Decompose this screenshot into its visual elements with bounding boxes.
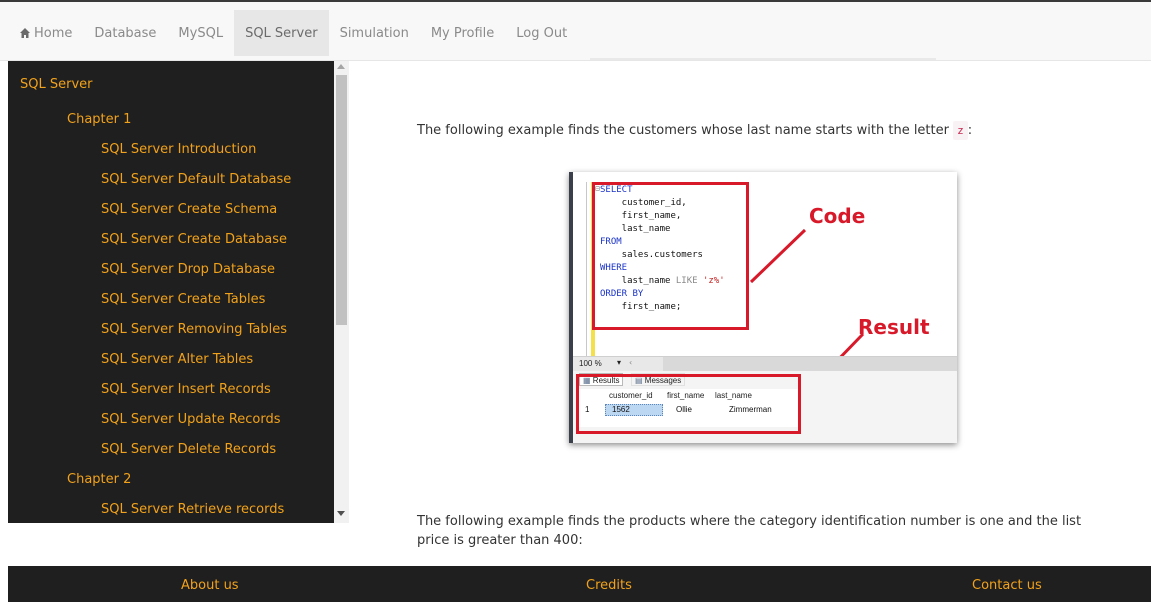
nav-mysql[interactable]: MySQL [167,10,234,56]
sidebar-chapter-1[interactable]: Chapter 1 [67,112,131,127]
nav-my-profile[interactable]: My Profile [420,10,505,56]
sidebar-item-introduction[interactable]: SQL Server Introduction [101,142,256,157]
sidebar-item-delete-records[interactable]: SQL Server Delete Records [101,442,276,457]
footer: About us Credits Contact us [8,566,1151,602]
inline-code-z: z [953,121,968,140]
sidebar-item-update-records[interactable]: SQL Server Update Records [101,412,281,427]
nav-log-out[interactable]: Log Out [505,10,578,56]
editor-zoom-bar: 100 % ▾ ‹ [573,356,957,371]
paragraph-1-suffix: : [967,123,973,138]
ssms-example-figure: ⊟ SELECT customer_id, first_name, last_n… [569,172,957,443]
nav-home-label: Home [34,25,73,41]
sidebar: SQL Server Chapter 1 SQL Server Introduc… [8,61,334,523]
footer-contact-link[interactable]: Contact us [972,578,1042,593]
sidebar-title[interactable]: SQL Server [20,77,93,92]
sidebar-item-retrieve-records[interactable]: SQL Server Retrieve records [101,502,284,517]
footer-credits-link[interactable]: Credits [586,578,632,593]
zoom-level[interactable]: 100 % [579,359,602,368]
paragraph-2-line-2: price is greater than 400: [417,533,583,548]
sidebar-item-insert-records[interactable]: SQL Server Insert Records [101,382,271,397]
sidebar-item-alter-tables[interactable]: SQL Server Alter Tables [101,352,253,367]
footer-about-link[interactable]: About us [181,578,239,593]
nav-database[interactable]: Database [83,10,167,56]
horizontal-scroll-track[interactable] [663,357,957,371]
sidebar-chapter-2[interactable]: Chapter 2 [67,472,131,487]
sidebar-item-create-schema[interactable]: SQL Server Create Schema [101,202,277,217]
sidebar-item-removing-tables[interactable]: SQL Server Removing Tables [101,322,287,337]
sidebar-item-create-database[interactable]: SQL Server Create Database [101,232,287,247]
content-divider [590,58,936,60]
paragraph-1-text: The following example finds the customer… [417,123,949,138]
sidebar-item-default-database[interactable]: SQL Server Default Database [101,172,291,187]
scroll-up-arrow-icon[interactable] [337,64,345,69]
results-pane: ▦ Results ▤ Messages customer_id first_n… [573,371,957,443]
zoom-dropdown-icon[interactable]: ▾ [617,358,621,367]
scroll-down-arrow-icon[interactable] [337,511,345,516]
nav-home[interactable]: Home [8,10,83,56]
paragraph-2-line-1: The following example finds the products… [417,514,1082,529]
scroll-left-icon[interactable]: ‹ [629,358,632,367]
sidebar-item-drop-database[interactable]: SQL Server Drop Database [101,262,275,277]
top-navbar: Home Database MySQL SQL Server Simulatio… [0,0,1151,61]
nav-simulation[interactable]: Simulation [329,10,420,56]
home-icon [20,28,30,38]
result-highlight-box [576,374,801,434]
scroll-thumb[interactable] [336,75,347,325]
nav-sql-server[interactable]: SQL Server [234,10,329,56]
sidebar-item-create-tables[interactable]: SQL Server Create Tables [101,292,265,307]
code-arrow-line [749,228,807,284]
example-paragraph-2: The following example finds the products… [417,512,1097,550]
nav-menu: Home Database MySQL SQL Server Simulatio… [8,10,578,56]
sidebar-scrollbar[interactable] [334,61,349,523]
example-paragraph-1: The following example finds the customer… [417,121,972,140]
